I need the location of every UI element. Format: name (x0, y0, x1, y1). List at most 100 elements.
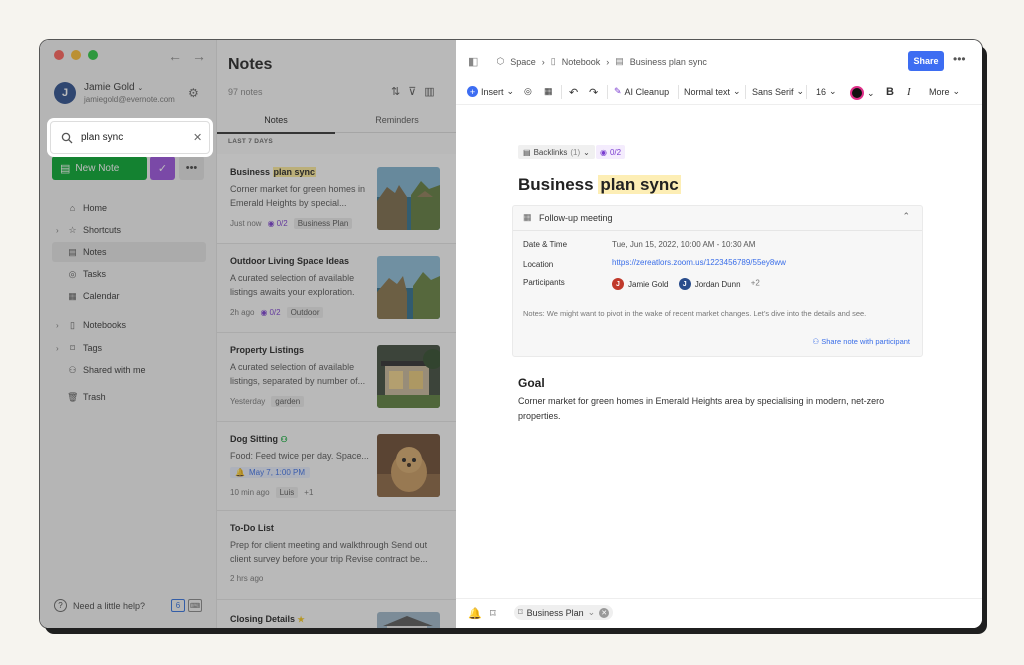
new-note-button[interactable]: ▤ New Note (52, 156, 147, 180)
note-body[interactable]: Corner market for green homes in Emerald… (518, 394, 928, 424)
chevron-right-icon[interactable]: › (56, 321, 59, 330)
search-field[interactable]: ✕ (50, 121, 210, 154)
note-card[interactable]: Dog Sitting ⚇ Food: Feed twice per day. … (217, 421, 457, 511)
text-style-dropdown[interactable]: Normal text ⌄ (684, 86, 741, 97)
footer-tag-chip[interactable]: ⌑ Business Plan ⌄ ✕ (514, 605, 614, 620)
remove-tag-icon[interactable]: ✕ (599, 607, 610, 618)
account-menu[interactable]: J Jamie Gold ⌄ jamiegold@evernote.com (54, 82, 175, 104)
share-button[interactable]: Share (908, 51, 944, 71)
note-title[interactable]: Business plan sync (518, 175, 681, 195)
note-snippet: Food: Feed twice per day. Space... (230, 451, 369, 461)
tag-icon: ⌑ (70, 342, 75, 353)
sidebar-item-shortcuts[interactable]: › ☆ Shortcuts (52, 220, 206, 240)
reminder-bell-icon[interactable]: 🔔 (468, 607, 482, 620)
clear-search-icon[interactable]: ✕ (193, 131, 202, 144)
note-tag[interactable]: garden (271, 396, 305, 407)
sidebar-item-calendar[interactable]: ▦ Calendar (52, 286, 206, 306)
breadcrumb: ◧ ⬡ Space › ▯ Notebook › ▤ Business plan… (468, 55, 707, 68)
minimize-window-button[interactable] (71, 50, 81, 60)
forward-arrow-icon[interactable]: → (192, 48, 216, 64)
note-tag[interactable]: Business Plan (293, 218, 353, 229)
more-format-dropdown[interactable]: More ⌄ (929, 86, 960, 97)
filter-icon[interactable]: ⊽ (408, 86, 424, 98)
participant-chip[interactable]: J Jordan Dunn (678, 278, 741, 290)
sidebar-item-notebooks[interactable]: › ▯ Notebooks (52, 315, 206, 335)
add-tag-icon[interactable]: ⌑ (490, 607, 496, 620)
note-card[interactable]: Business plan sync Corner market for gre… (217, 154, 457, 244)
close-window-button[interactable] (54, 50, 64, 60)
bold-icon[interactable]: B (886, 86, 894, 98)
sidebar-item-trash[interactable]: 🗑 Trash (52, 387, 206, 407)
note-thumbnail-house (377, 345, 440, 408)
sort-icon[interactable]: ⇅ (391, 86, 408, 98)
breadcrumb-notebook[interactable]: Notebook (562, 57, 601, 67)
breadcrumb-note[interactable]: Business plan sync (630, 57, 707, 67)
text-color-picker[interactable]: ⌄ (850, 86, 875, 100)
calendar-icon[interactable]: ▦ (544, 86, 553, 97)
italic-icon[interactable]: I (907, 86, 911, 98)
insert-button[interactable]: + Insert ⌄ (467, 86, 514, 97)
keyboard-icon[interactable]: ⌨ (188, 599, 202, 612)
ellipsis-icon[interactable]: ••• (953, 52, 966, 66)
chevron-right-icon[interactable]: › (56, 344, 59, 353)
search-icon (61, 132, 73, 143)
location-link[interactable]: https://zereatlors.zoom.us/1223456789/55… (612, 258, 786, 267)
sidebar-item-tasks[interactable]: ◎ Tasks (52, 264, 206, 284)
font-size-dropdown[interactable]: 16 ⌄ (816, 86, 837, 97)
more-options-button[interactable]: ••• (179, 156, 204, 180)
ai-task-button[interactable]: ✓ (150, 156, 175, 180)
redo-icon[interactable]: ↷ (589, 86, 598, 99)
plus-icon: + (467, 86, 478, 97)
search-input[interactable] (79, 131, 193, 144)
avatar: J (54, 82, 76, 104)
notification-badge[interactable]: 6 (171, 599, 185, 612)
meeting-header[interactable]: ▦ Follow-up meeting ⌃ (513, 206, 922, 231)
note-card[interactable]: Closing Details ★ (217, 599, 457, 628)
sidebar-item-tags[interactable]: › ⌑ Tags (52, 338, 206, 358)
avatar: J (612, 278, 624, 290)
notebook-icon: ▯ (550, 56, 556, 66)
window-controls (54, 50, 98, 60)
task-status: ◉ 0/2 (268, 219, 288, 228)
format-toolbar: + Insert ⌄ ◎ ▦ ↶ ↷ ✎ AI Cleanup Normal text… (456, 80, 982, 105)
note-tag[interactable]: Outdoor (286, 307, 324, 318)
backlinks-chip[interactable]: ▤ Backlinks (1) ⌄ (518, 145, 595, 159)
notebook-icon: ▯ (70, 319, 75, 330)
gear-icon[interactable]: ⚙ (188, 86, 199, 100)
task-progress-chip[interactable]: ◉ 0/2 (596, 145, 626, 159)
note-title-text: Business (230, 167, 273, 177)
more-participants-count[interactable]: +2 (751, 279, 760, 288)
view-options-icon[interactable]: ▥ (424, 86, 442, 98)
undo-icon[interactable]: ↶ (569, 86, 578, 99)
share-with-participant-link[interactable]: ⚇ Share note with participant (812, 337, 910, 346)
ai-cleanup-button[interactable]: ✎ AI Cleanup (614, 86, 669, 97)
tab-reminders[interactable]: Reminders (337, 108, 457, 132)
chevron-up-icon[interactable]: ⌃ (902, 211, 910, 222)
note-icon: ▤ (68, 246, 77, 257)
sidebar-item-label: Shared with me (83, 365, 146, 375)
bell-icon: 🔔 (235, 468, 245, 477)
reminder-chip[interactable]: 🔔 May 7, 1:00 PM (230, 467, 310, 478)
note-tag[interactable]: Luis (275, 487, 299, 498)
sidebar-item-label: Notebooks (83, 320, 127, 330)
maximize-window-button[interactable] (88, 50, 98, 60)
tab-notes[interactable]: Notes (217, 108, 335, 134)
note-card[interactable]: Property Listings A curated selection of… (217, 332, 457, 422)
note-card[interactable]: Outdoor Living Space Ideas A curated sel… (217, 243, 457, 333)
sidebar-item-shared[interactable]: ⚇ Shared with me (52, 360, 206, 380)
participant-chip[interactable]: J Jamie Gold (612, 278, 668, 290)
chevron-right-icon[interactable]: › (56, 226, 59, 235)
breadcrumb-space[interactable]: Space (510, 57, 536, 67)
sidebar-item-notes[interactable]: ▤ Notes (52, 242, 206, 262)
note-card[interactable]: To-Do List Prep for client meeting and w… (217, 510, 457, 600)
back-arrow-icon[interactable]: ← (168, 48, 192, 64)
checklist-icon[interactable]: ◎ (524, 86, 532, 97)
sidebar-item-home[interactable]: ⌂ Home (52, 198, 206, 218)
expand-panel-icon[interactable]: ◧ (468, 55, 478, 68)
font-dropdown[interactable]: Sans Serif ⌄ (752, 86, 804, 97)
note-snippet: Prep for client meeting and walkthrough … (230, 540, 428, 564)
reminder-time: May 7, 1:00 PM (248, 468, 305, 477)
participant-name: Jamie Gold (628, 279, 669, 289)
ellipsis-icon: ••• (185, 162, 198, 174)
help-link[interactable]: ? Need a little help? (54, 599, 145, 612)
